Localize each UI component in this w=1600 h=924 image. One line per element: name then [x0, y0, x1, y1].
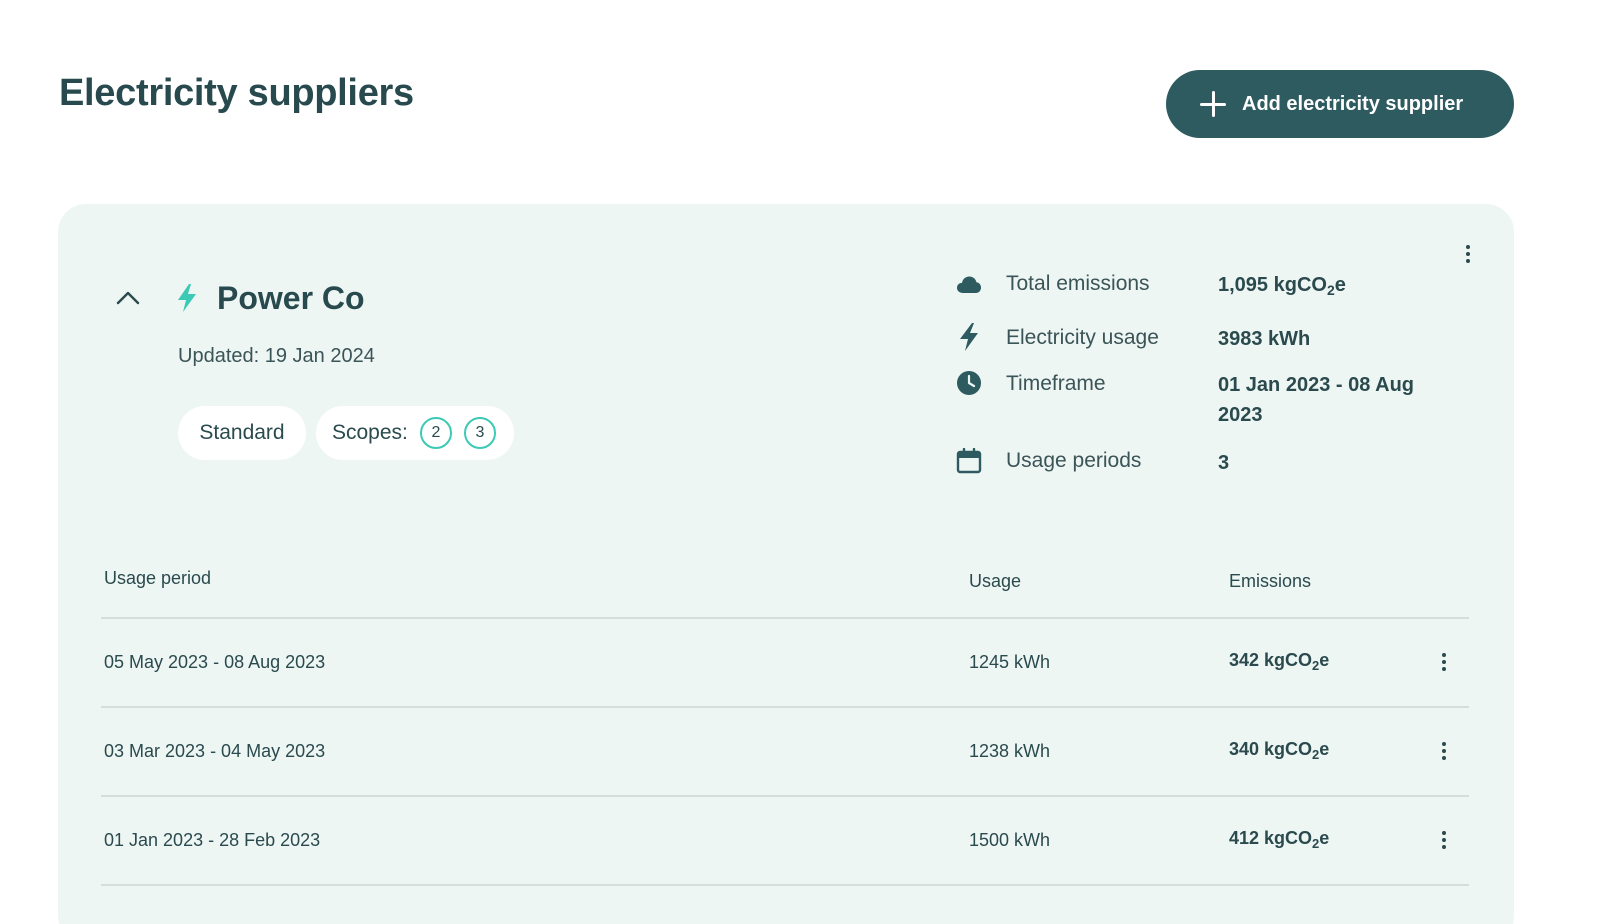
- row-period: 05 May 2023 - 08 Aug 2023: [104, 652, 326, 672]
- table-divider: [101, 617, 1469, 619]
- usage-periods-label: Usage periods: [1006, 449, 1142, 472]
- plus-icon: [1200, 91, 1226, 117]
- supplier-card: Power Co Updated: 19 Jan 2024 Standard S…: [58, 204, 1514, 924]
- standard-tag[interactable]: Standard: [178, 406, 306, 460]
- more-vertical-icon[interactable]: [1434, 739, 1454, 763]
- row-usage: 1238 kWh: [969, 741, 1051, 761]
- lightning-bolt-icon: [178, 284, 196, 312]
- total-emissions-value: 1,095 kgCO2e: [1218, 274, 1346, 298]
- page-title: Electricity suppliers: [59, 72, 414, 114]
- more-vertical-icon[interactable]: [1434, 828, 1454, 852]
- usage-periods-value: 3: [1218, 452, 1230, 474]
- row-emissions: 412 kgCO2e: [1229, 828, 1330, 851]
- timeframe-value: 01 Jan 2023 - 08 Aug 2023: [1218, 374, 1415, 426]
- more-vertical-icon[interactable]: [1458, 242, 1478, 266]
- row-period: 01 Jan 2023 - 28 Feb 2023: [104, 830, 321, 850]
- scope-badge: 2: [419, 417, 452, 449]
- calendar-icon: [956, 448, 982, 474]
- table-divider: [101, 884, 1469, 886]
- clock-icon: [957, 371, 981, 395]
- row-period: 03 Mar 2023 - 04 May 2023: [104, 741, 326, 761]
- add-button-label: Add electricity supplier: [1242, 92, 1464, 115]
- row-emissions: 340 kgCO2e: [1229, 739, 1330, 762]
- table-divider: [101, 706, 1469, 708]
- row-usage: 1500 kWh: [969, 830, 1051, 850]
- scope-badge: 3: [463, 417, 496, 449]
- column-header-emissions: Emissions: [1229, 571, 1312, 591]
- updated-date: Updated: 19 Jan 2024: [178, 345, 375, 367]
- column-header-usage-period: Usage period: [104, 568, 212, 588]
- table-divider: [101, 795, 1469, 797]
- lightning-bolt-icon: [960, 323, 978, 351]
- timeframe-label: Timeframe: [1006, 372, 1106, 395]
- column-header-usage: Usage: [969, 571, 1022, 591]
- electricity-usage-value: 3983 kWh: [1218, 328, 1311, 350]
- row-usage: 1245 kWh: [969, 652, 1051, 672]
- cloud-icon: [957, 276, 981, 293]
- total-emissions-label: Total emissions: [1006, 272, 1150, 295]
- row-emissions: 342 kgCO2e: [1229, 650, 1330, 673]
- scopes-tag: Scopes: 2 3: [316, 406, 514, 460]
- add-electricity-supplier-button[interactable]: Add electricity supplier: [1166, 70, 1514, 138]
- more-vertical-icon[interactable]: [1434, 650, 1454, 674]
- chevron-up-icon[interactable]: [116, 288, 140, 308]
- electricity-usage-label: Electricity usage: [1006, 326, 1159, 349]
- supplier-name: Power Co: [217, 280, 365, 316]
- scopes-label: Scopes:: [332, 421, 408, 444]
